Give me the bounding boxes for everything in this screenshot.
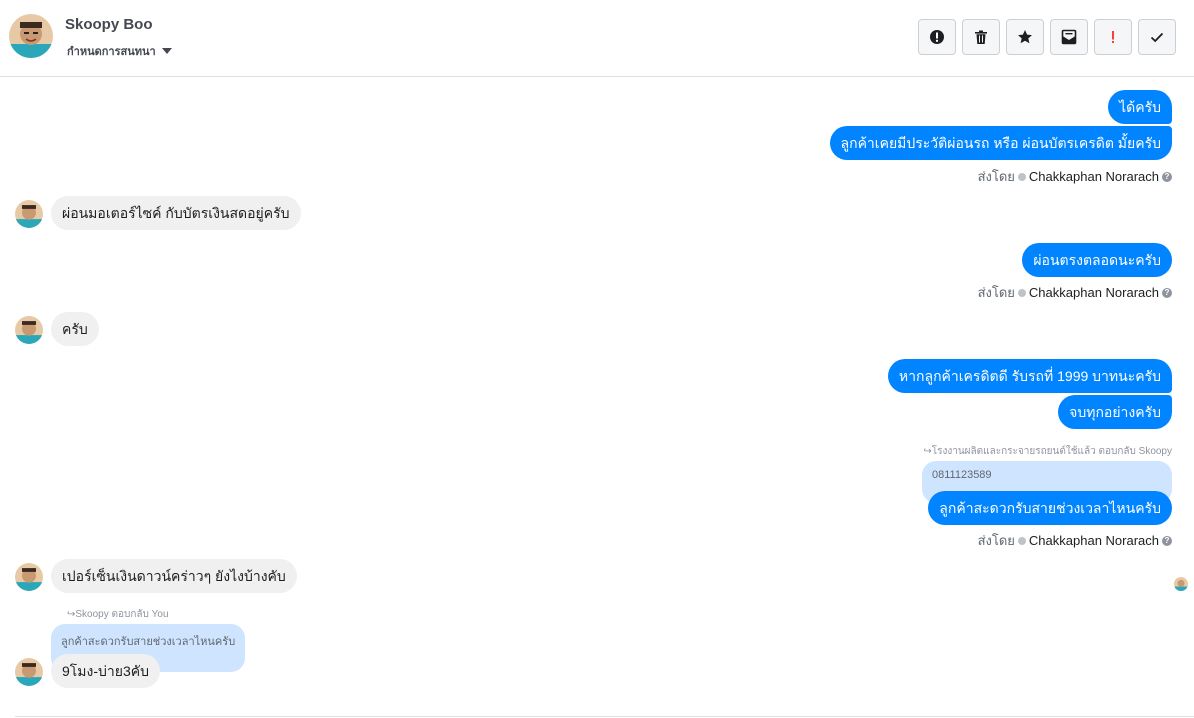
contact-name[interactable]: Skoopy Boo [65, 16, 153, 33]
caret-down-icon [161, 48, 172, 54]
reply-hint: ↪Skoopy ตอบกลับ You [67, 607, 169, 622]
contact-avatar-small [15, 563, 43, 591]
message-incoming: เปอร์เซ็นเงินดาวน์คร่าวๆ ยังไงบ้างคับ [51, 559, 297, 593]
message-bubble[interactable]: หากลูกค้าเครดิตดี รับรถที่ 1999 บาทนะครั… [887, 359, 1172, 393]
message-bubble[interactable]: 9โมง-บ่าย3คับ [51, 654, 161, 688]
message-incoming: ครับ [51, 312, 99, 346]
message-bubble[interactable]: ผ่อนมอเตอร์ไซค์ กับบัตรเงินสดอยู่ครับ [51, 196, 301, 230]
unread-button[interactable] [1050, 19, 1088, 55]
spam-button[interactable] [918, 19, 956, 55]
conversation-toolbar [918, 19, 1176, 55]
message-bubble[interactable]: จบทุกอย่างครับ [1058, 395, 1172, 429]
exclamation-circle-icon [930, 30, 944, 44]
envelope-open-icon [1061, 29, 1077, 45]
message-bubble[interactable]: ลูกค้าเคยมีประวัติผ่อนรถ หรือ ผ่อนบัตรเค… [829, 126, 1172, 160]
message-outgoing: ลูกค้าสะดวกรับสายช่วงเวลาไหนครับ [928, 491, 1172, 525]
composer-divider [15, 716, 1194, 717]
reply-hint-text: โรงงานผลิตและกระจายรถยนต์ใช้แล้ว ตอบกลับ… [931, 446, 1172, 457]
reply-arrow-icon: ↪ [923, 446, 932, 457]
message-outgoing: ผ่อนตรงตลอดนะครับ [1022, 243, 1172, 277]
delete-button[interactable] [962, 19, 1000, 55]
sent-by-agent[interactable]: Chakkaphan Norarach [1029, 533, 1159, 548]
contact-avatar[interactable] [9, 14, 53, 58]
assign-conversation-dropdown[interactable]: กำหนดการสนทนา [67, 44, 172, 58]
quoted-text: 0811123589 [932, 469, 992, 481]
quoted-text: ลูกค้าสะดวกรับสายช่วงเวลาไหนครับ [61, 636, 236, 648]
message-outgoing: จบทุกอย่างครับ [1058, 395, 1172, 429]
conversation-header: Skoopy Boo กำหนดการสนทนา [0, 0, 1194, 77]
sent-by-agent[interactable]: Chakkaphan Norarach [1029, 169, 1159, 184]
done-button[interactable] [1138, 19, 1176, 55]
exclamation-icon [1112, 31, 1114, 43]
sent-by-label: ส่งโดย [977, 285, 1015, 300]
status-dot-icon [1017, 536, 1026, 545]
message-incoming: 9โมง-บ่าย3คับ [51, 654, 161, 688]
star-icon [1018, 30, 1032, 44]
message-bubble[interactable]: ครับ [51, 312, 99, 346]
star-button[interactable] [1006, 19, 1044, 55]
contact-avatar-small [15, 316, 43, 344]
message-bubble[interactable]: ผ่อนตรงตลอดนะครับ [1022, 243, 1172, 277]
assign-label: กำหนดการสนทนา [67, 45, 156, 58]
message-outgoing: ลูกค้าเคยมีประวัติผ่อนรถ หรือ ผ่อนบัตรเค… [829, 126, 1172, 160]
reply-hint-text: Skoopy ตอบกลับ You [75, 609, 169, 620]
trash-icon [975, 30, 987, 44]
sent-by-row: ส่งโดย Chakkaphan Norarach ? [978, 530, 1172, 551]
contact-avatar-small [15, 200, 43, 228]
help-icon[interactable]: ? [1162, 287, 1172, 298]
message-outgoing: หากลูกค้าเครดิตดี รับรถที่ 1999 บาทนะครั… [887, 359, 1172, 393]
status-dot-icon [1017, 172, 1026, 181]
status-dot-icon [1017, 288, 1026, 297]
sent-by-row: ส่งโดย Chakkaphan Norarach ? [978, 166, 1172, 187]
check-icon [1150, 32, 1164, 43]
message-bubble[interactable]: ได้ครับ [1108, 90, 1172, 124]
message-bubble[interactable]: ลูกค้าสะดวกรับสายช่วงเวลาไหนครับ [928, 491, 1172, 525]
sent-by-row: ส่งโดย Chakkaphan Norarach ? [978, 282, 1172, 303]
reply-hint: ↪โรงงานผลิตและกระจายรถยนต์ใช้แล้ว ตอบกลั… [923, 444, 1172, 459]
message-outgoing: ได้ครับ [1108, 90, 1172, 124]
help-icon[interactable]: ? [1162, 535, 1172, 546]
message-incoming: ผ่อนมอเตอร์ไซค์ กับบัตรเงินสดอยู่ครับ [51, 196, 301, 230]
message-bubble[interactable]: เปอร์เซ็นเงินดาวน์คร่าวๆ ยังไงบ้างคับ [51, 559, 297, 593]
sent-by-label: ส่งโดย [977, 533, 1015, 548]
follow-up-button[interactable] [1094, 19, 1132, 55]
sent-by-label: ส่งโดย [977, 169, 1015, 184]
help-icon[interactable]: ? [1162, 171, 1172, 182]
sent-by-agent[interactable]: Chakkaphan Norarach [1029, 285, 1159, 300]
contact-avatar-small [15, 658, 43, 686]
seen-avatar [1174, 577, 1188, 591]
